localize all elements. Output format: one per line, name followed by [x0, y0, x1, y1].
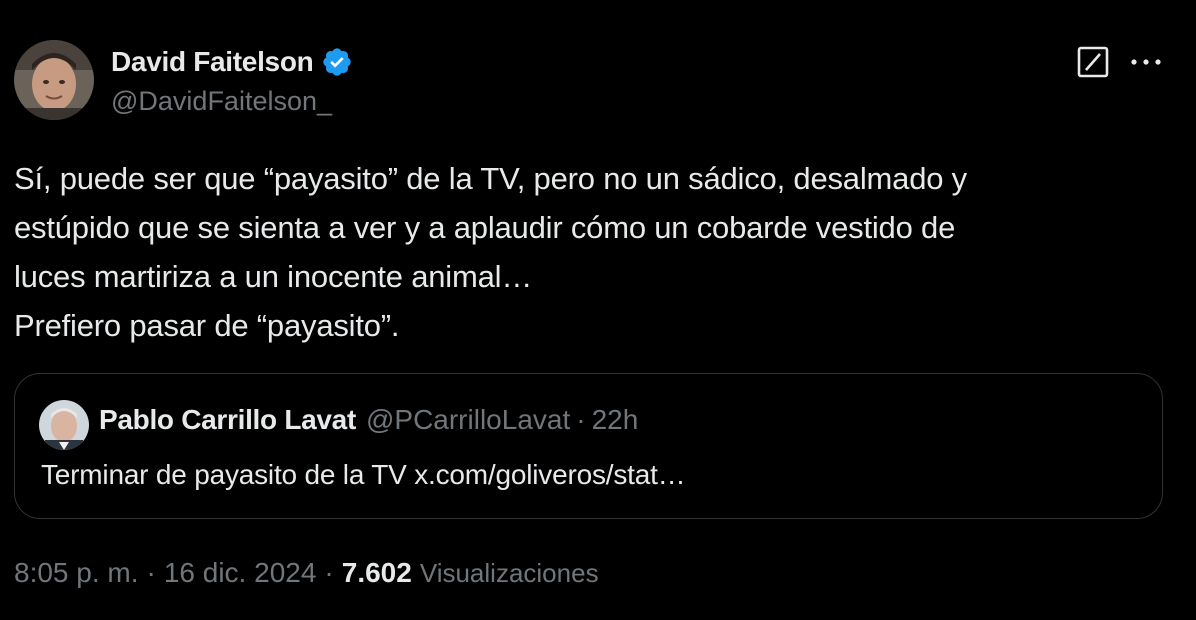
more-options-icon[interactable]: [1128, 50, 1164, 74]
quoted-author-avatar: [39, 400, 89, 450]
quoted-tweet-card[interactable]: Pablo Carrillo Lavat @PCarrilloLavat · 2…: [14, 373, 1163, 519]
quoted-author-handle[interactable]: @PCarrilloLavat: [366, 404, 570, 436]
meta-separator-2: ·: [324, 557, 334, 588]
tweet-time[interactable]: 8:05 p. m.: [14, 557, 139, 589]
quoted-tweet-time[interactable]: 22h: [592, 404, 639, 436]
tweet-date[interactable]: 16 dic. 2024: [164, 557, 317, 589]
quoted-tweet-header: Pablo Carrillo Lavat @PCarrilloLavat · 2…: [99, 404, 638, 436]
author-name-row: David Faitelson: [111, 44, 353, 80]
tweet-meta: 8:05 p. m. · 16 dic. 2024 · 7.602 Visual…: [14, 557, 599, 589]
meta-separator: ·: [146, 557, 156, 588]
tweet-text: Sí, puede ser que “payasito” de la TV, p…: [14, 161, 967, 343]
views-label: Visualizaciones: [419, 558, 599, 588]
quoted-tweet-text: Terminar de payasito de la TV x.com/goli…: [41, 459, 686, 490]
quoted-author-name[interactable]: Pablo Carrillo Lavat: [99, 404, 356, 436]
author-handle[interactable]: @DavidFaitelson_: [111, 86, 332, 117]
verified-badge-icon[interactable]: [321, 46, 353, 78]
author-avatar[interactable]: [14, 40, 94, 120]
grok-icon[interactable]: [1076, 45, 1110, 79]
views-count[interactable]: 7.602: [342, 557, 412, 589]
author-display-name[interactable]: David Faitelson: [111, 46, 314, 78]
quoted-separator: ·: [576, 404, 586, 435]
